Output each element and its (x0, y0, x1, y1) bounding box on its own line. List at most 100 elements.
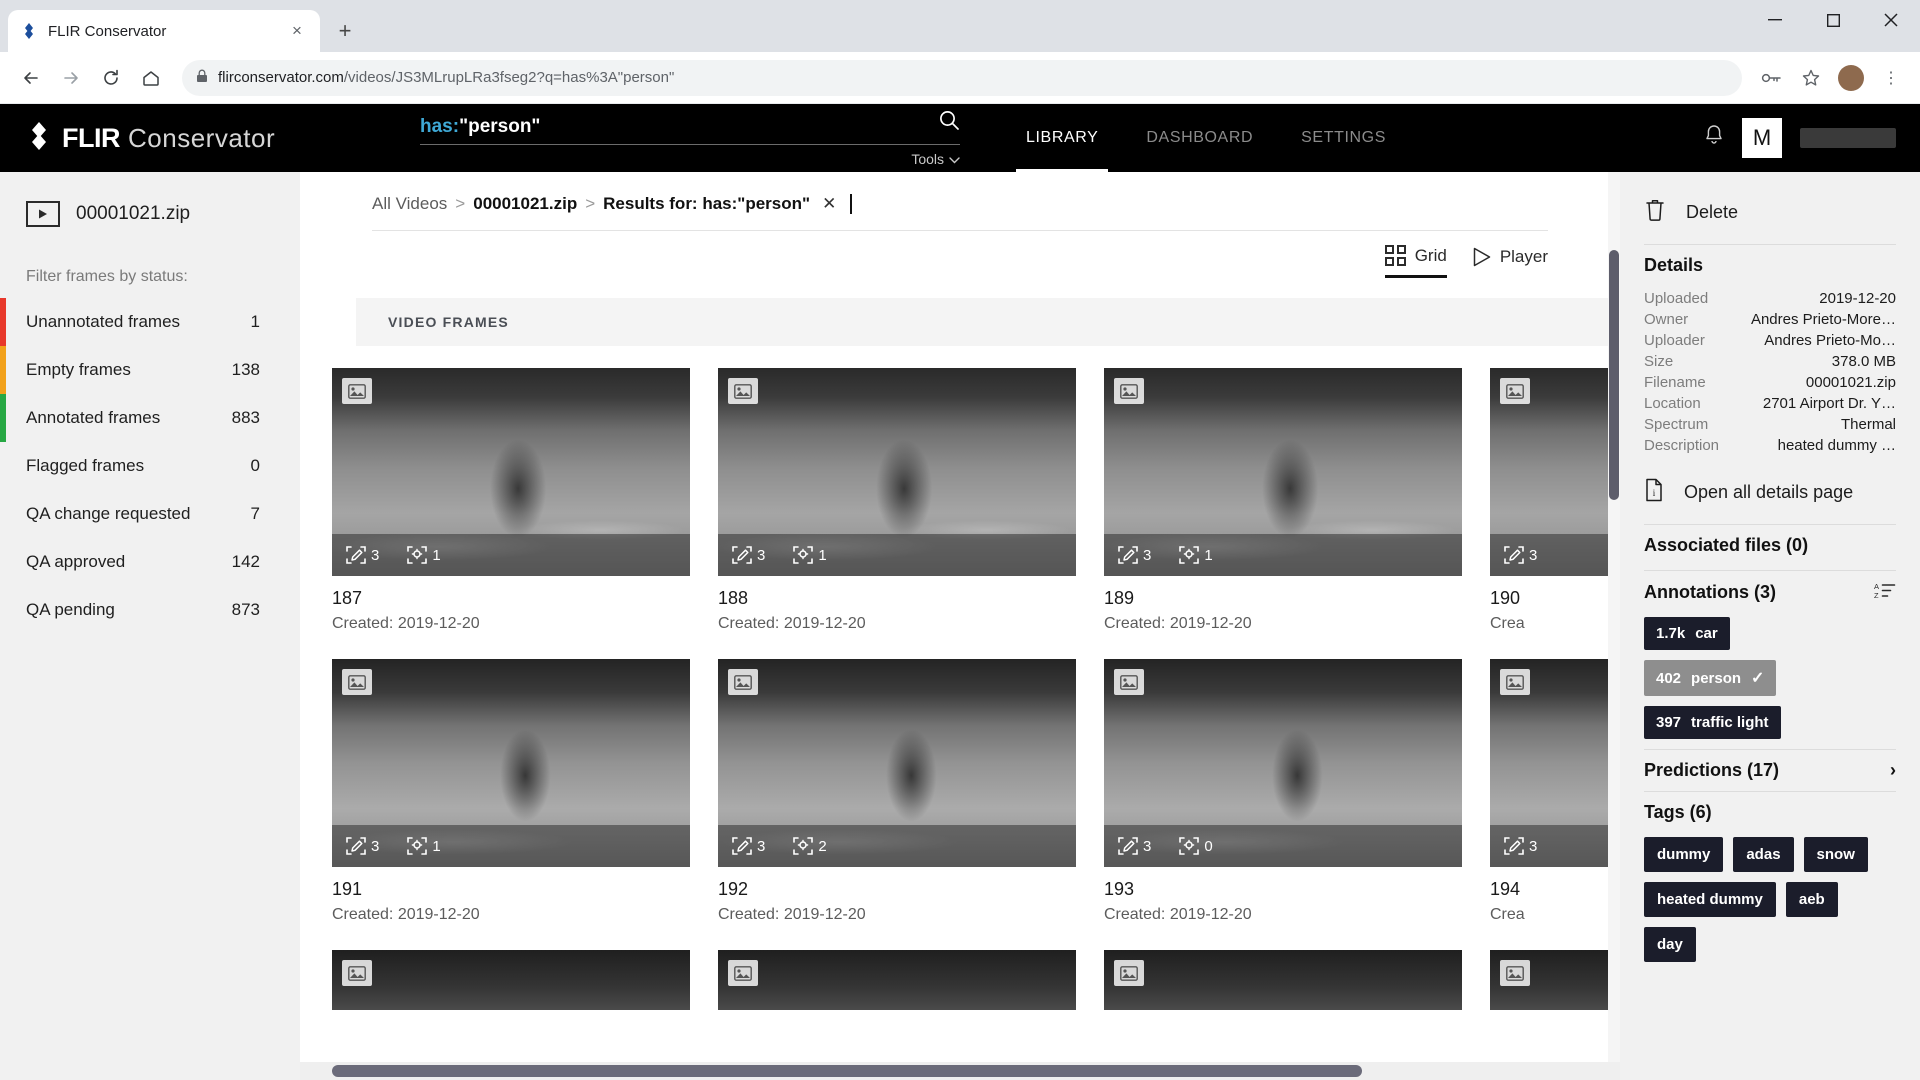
sidebar-item-flagged-frames[interactable]: Flagged frames 0 (0, 442, 300, 490)
tag-chip[interactable]: heated dummy (1644, 882, 1776, 917)
open-all-details-button[interactable]: i Open all details page (1644, 470, 1896, 514)
app-logo[interactable]: FLIR Conservator (24, 121, 324, 156)
close-icon[interactable]: × (286, 20, 308, 42)
main-vertical-scrollbar[interactable] (1608, 172, 1620, 1080)
frame-card[interactable]: 3 1 189 Created: 2019-12-20 (1104, 368, 1462, 633)
browser-menu-icon[interactable]: ⋮ (1876, 63, 1906, 93)
frame-card[interactable]: 3 1 188 Created: 2019-12-20 (718, 368, 1076, 633)
minimize-icon[interactable] (1746, 0, 1804, 40)
frame-thumbnail[interactable] (1490, 950, 1620, 1010)
associated-files-title[interactable]: Associated files (0) (1644, 535, 1896, 556)
new-tab-button[interactable]: + (328, 14, 362, 48)
search-input[interactable]: has:"person" (420, 109, 960, 145)
browser-tab[interactable]: FLIR Conservator × (8, 10, 320, 52)
notification-bell-icon[interactable] (1704, 124, 1724, 152)
frame-thumbnail[interactable] (718, 950, 1076, 1010)
clear-search-icon[interactable]: ✕ (822, 194, 836, 214)
frame-created: Created: 2019-12-20 (1104, 615, 1252, 632)
frame-thumbnail[interactable]: 3 1 (718, 368, 1076, 576)
sort-az-icon[interactable]: AZ (1874, 581, 1896, 603)
frame-thumbnail[interactable]: 3 2 (718, 659, 1076, 867)
frame-card[interactable]: 3 1 191 Created: 2019-12-20 (332, 659, 690, 924)
detail-value: 00001021.zip (1805, 374, 1896, 391)
delete-button[interactable]: Delete (1644, 190, 1896, 234)
frame-card[interactable]: 3 1 187 Created: 2019-12-20 (332, 368, 690, 633)
password-key-icon[interactable] (1756, 63, 1786, 93)
user-initial-badge[interactable]: M (1742, 118, 1782, 158)
frame-id: 190 (1490, 588, 1521, 608)
view-toggle-grid[interactable]: Grid (1384, 245, 1447, 278)
frame-thumbnail[interactable] (1104, 950, 1462, 1010)
annotation-edit-badge: 3 (1118, 837, 1151, 855)
main-horizontal-scrollbar[interactable] (300, 1062, 1620, 1080)
frame-thumbnail[interactable]: 3 0 (1104, 659, 1462, 867)
sidebar-item-qa-pending[interactable]: QA pending 873 (0, 586, 300, 634)
frame-thumbnail[interactable]: 3 1 (1104, 368, 1462, 576)
details-rows: Uploaded 2019-12-20 Owner Andres Prieto-… (1644, 290, 1896, 454)
frame-card[interactable] (1490, 950, 1620, 1010)
window-close-icon[interactable] (1862, 0, 1920, 40)
frame-badges: 3 (1490, 534, 1620, 576)
image-icon (342, 378, 372, 404)
profile-avatar[interactable] (1836, 63, 1866, 93)
address-bar-url: flirconservator.com/videos/JS3MLrupLRa3f… (218, 69, 674, 86)
view-toggle-player[interactable]: Player (1473, 247, 1548, 276)
tag-chip[interactable]: adas (1733, 837, 1794, 872)
bookmark-star-icon[interactable] (1796, 63, 1826, 93)
frame-card[interactable]: 3 2 192 Created: 2019-12-20 (718, 659, 1076, 924)
frame-card[interactable]: 3 194 Crea (1490, 659, 1620, 924)
sidebar-item-label: QA approved (26, 552, 126, 571)
back-icon[interactable] (14, 61, 48, 95)
sidebar-item-empty-frames[interactable]: Empty frames 138 (0, 346, 300, 394)
predictions-row[interactable]: Predictions (17) › (1644, 760, 1896, 781)
tag-chip[interactable]: snow (1803, 837, 1868, 872)
thermal-image (1104, 950, 1462, 1010)
maximize-icon[interactable] (1804, 0, 1862, 40)
frame-thumbnail[interactable]: 3 (1490, 368, 1620, 576)
vertical-scrollbar-thumb[interactable] (1609, 250, 1619, 500)
frame-card[interactable] (718, 950, 1076, 1010)
annotation-chip-person[interactable]: 402 person ✓ (1644, 660, 1777, 696)
edit-box-icon (1504, 837, 1524, 855)
address-bar[interactable]: flirconservator.com/videos/JS3MLrupLRa3f… (182, 59, 1742, 96)
search-icon[interactable] (938, 109, 960, 138)
sidebar: 00001021.zip Filter frames by status: Un… (0, 172, 300, 1080)
annotation-object-badge: 1 (407, 546, 441, 564)
details-panel: Delete Details Uploaded 2019-12-20 Owner… (1620, 172, 1920, 1080)
sidebar-item-qa-change-requested[interactable]: QA change requested 7 (0, 490, 300, 538)
sidebar-item-annotated-frames[interactable]: Annotated frames 883 (0, 394, 300, 442)
annotation-chip-traffic-light[interactable]: 397 traffic light (1644, 706, 1781, 739)
annotation-chip-car[interactable]: 1.7k car (1644, 617, 1730, 650)
frame-thumbnail[interactable]: 3 (1490, 659, 1620, 867)
tools-dropdown[interactable]: Tools (911, 151, 960, 167)
nav-item-settings[interactable]: SETTINGS (1277, 104, 1410, 172)
breadcrumb-all-videos[interactable]: All Videos (372, 194, 447, 214)
nav-item-dashboard[interactable]: DASHBOARD (1122, 104, 1277, 172)
nav-item-library[interactable]: LIBRARY (1002, 104, 1122, 172)
sidebar-item-qa-approved[interactable]: QA approved 142 (0, 538, 300, 586)
frames-grid-row: 3 1 187 Created: 2019-12-20 3 1 188 Crea… (332, 368, 1620, 633)
frame-thumbnail[interactable]: 3 1 (332, 368, 690, 576)
home-icon[interactable] (134, 61, 168, 95)
annotation-edit-badge: 3 (732, 546, 765, 564)
sidebar-item-unannotated-frames[interactable]: Unannotated frames 1 (0, 298, 300, 346)
breadcrumb-file[interactable]: 00001021.zip (473, 194, 577, 214)
forward-icon[interactable] (54, 61, 88, 95)
reload-icon[interactable] (94, 61, 128, 95)
frame-card[interactable] (1104, 950, 1462, 1010)
frame-thumbnail[interactable]: 3 1 (332, 659, 690, 867)
frame-thumbnail[interactable] (332, 950, 690, 1010)
app-body: 00001021.zip Filter frames by status: Un… (0, 172, 1920, 1080)
frame-created: Created: 2019-12-20 (1104, 906, 1252, 923)
detail-value: Andres Prieto-More… (1750, 311, 1896, 328)
tag-chip[interactable]: aeb (1785, 882, 1838, 917)
tag-chip[interactable]: dummy (1644, 837, 1724, 872)
view-toggle: Grid Player (300, 231, 1620, 278)
frame-card[interactable]: 3 190 Crea (1490, 368, 1620, 633)
frame-card[interactable]: 3 0 193 Created: 2019-12-20 (1104, 659, 1462, 924)
sidebar-file-row[interactable]: 00001021.zip (0, 194, 300, 234)
tag-chip[interactable]: day (1644, 927, 1696, 962)
annotation-object-badge: 0 (1179, 837, 1213, 855)
frame-card[interactable] (332, 950, 690, 1010)
horizontal-scrollbar-thumb[interactable] (332, 1065, 1362, 1077)
